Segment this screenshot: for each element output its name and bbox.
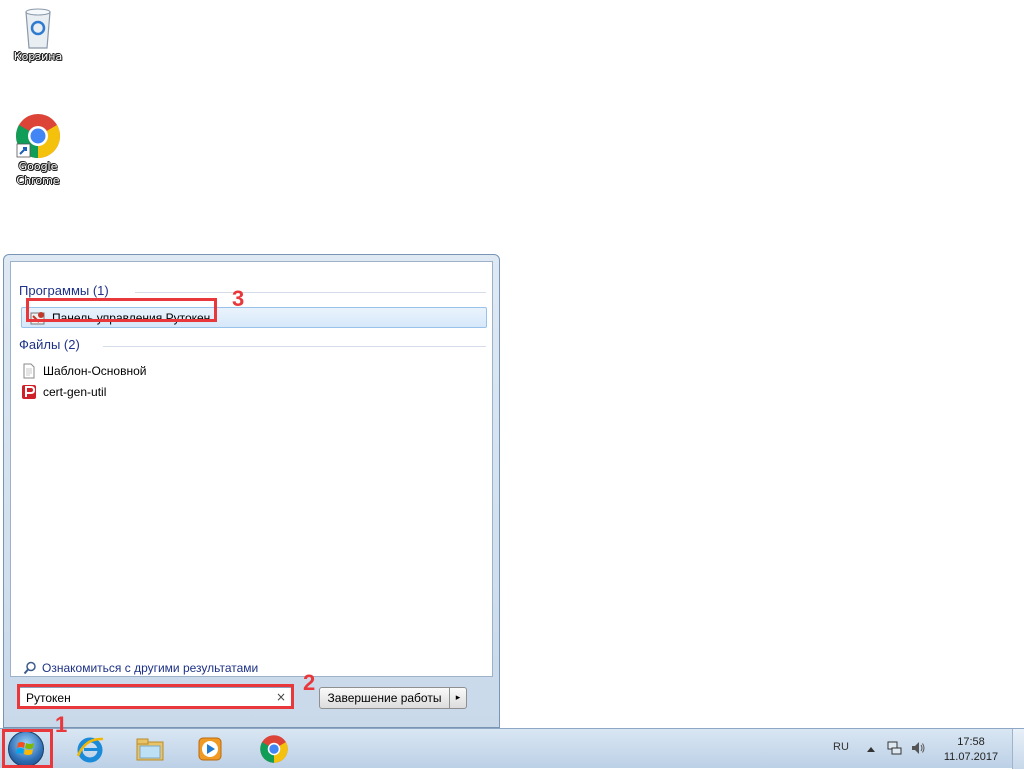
language-indicator[interactable]: RU xyxy=(833,741,849,753)
annotation-box-1 xyxy=(2,729,53,768)
clock-time: 17:58 xyxy=(957,736,985,748)
result-item-cert-gen-util[interactable]: cert-gen-util xyxy=(21,381,106,402)
recycle-bin-icon xyxy=(25,8,51,49)
annotation-box-3 xyxy=(26,298,217,322)
chrome-icon xyxy=(260,735,288,763)
files-divider xyxy=(103,346,486,347)
taskbar-windows-explorer[interactable] xyxy=(130,731,170,767)
chrome-label: Google Chrome xyxy=(16,160,60,187)
volume-icon[interactable] xyxy=(910,740,926,756)
annotation-number-3: 3 xyxy=(232,286,245,311)
show-desktop-button[interactable] xyxy=(1012,729,1024,769)
desktop-icon-google-chrome[interactable]: Google Chrome xyxy=(6,112,70,188)
search-results-panel: Программы (1) Панель управления Рутокен … xyxy=(10,261,493,677)
red-p-icon xyxy=(21,384,37,400)
start-menu: Программы (1) Панель управления Рутокен … xyxy=(3,254,500,728)
programs-divider xyxy=(135,292,486,293)
see-more-results-link[interactable]: Ознакомиться с другими результатами xyxy=(23,661,258,675)
chrome-icon xyxy=(16,114,60,158)
document-icon xyxy=(21,363,37,379)
taskbar-media-player[interactable] xyxy=(190,731,230,767)
taskbar: RU 17:58 11.07.2017 xyxy=(0,728,1024,769)
annotation-number-2: 2 xyxy=(303,670,316,695)
see-more-label: Ознакомиться с другими результатами xyxy=(42,661,259,675)
windows-explorer-icon xyxy=(136,738,164,761)
result-item-template-main[interactable]: Шаблон-Основной xyxy=(21,360,146,381)
show-hidden-icons-icon[interactable] xyxy=(866,744,876,754)
shutdown-options-button[interactable]: ▸ xyxy=(449,687,467,709)
taskbar-internet-explorer[interactable] xyxy=(70,731,110,767)
result-item-label: cert-gen-util xyxy=(43,384,107,399)
internet-explorer-icon xyxy=(76,737,104,763)
search-icon xyxy=(23,661,36,675)
media-player-icon xyxy=(198,737,222,761)
annotation-box-2 xyxy=(17,684,294,709)
files-section-title: Файлы (2) xyxy=(19,337,80,352)
annotation-number-1: 1 xyxy=(55,712,68,737)
taskbar-google-chrome[interactable] xyxy=(254,731,294,767)
desktop-icon-recycle-bin[interactable]: Корзина xyxy=(6,6,70,64)
system-clock[interactable]: 17:58 11.07.2017 xyxy=(940,735,1002,765)
clock-date: 11.07.2017 xyxy=(943,751,999,763)
recycle-bin-label: Корзина xyxy=(13,50,63,63)
programs-section-title: Программы (1) xyxy=(19,283,109,298)
result-item-label: Шаблон-Основной xyxy=(43,363,147,378)
network-icon[interactable] xyxy=(886,740,902,756)
shutdown-button[interactable]: Завершение работы xyxy=(319,687,450,709)
